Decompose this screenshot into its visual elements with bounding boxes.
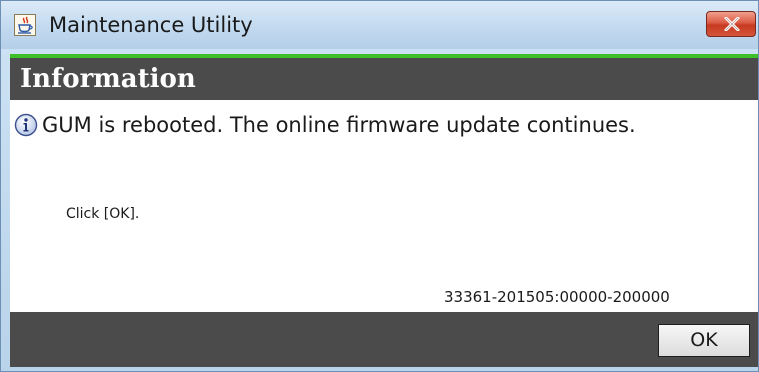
info-icon	[14, 113, 38, 137]
dialog-title: Information	[20, 64, 196, 94]
title-bar[interactable]: Maintenance Utility	[1, 1, 758, 49]
dialog-footer: OK	[10, 312, 758, 367]
window-title: Maintenance Utility	[49, 13, 253, 37]
maintenance-utility-window: Maintenance Utility Information GUM is r…	[0, 0, 759, 372]
message-code: 33361-201505:00000-200000	[444, 288, 670, 306]
close-button[interactable]	[706, 11, 756, 37]
instruction-text: Click [OK].	[66, 206, 140, 222]
java-cup-icon	[14, 14, 36, 36]
information-dialog: Information GUM is rebooted. The online …	[10, 54, 758, 367]
close-icon	[724, 17, 740, 31]
info-message: GUM is rebooted. The online firmware upd…	[42, 113, 636, 137]
dialog-header: Information	[10, 58, 758, 100]
ok-button[interactable]: OK	[658, 324, 750, 357]
